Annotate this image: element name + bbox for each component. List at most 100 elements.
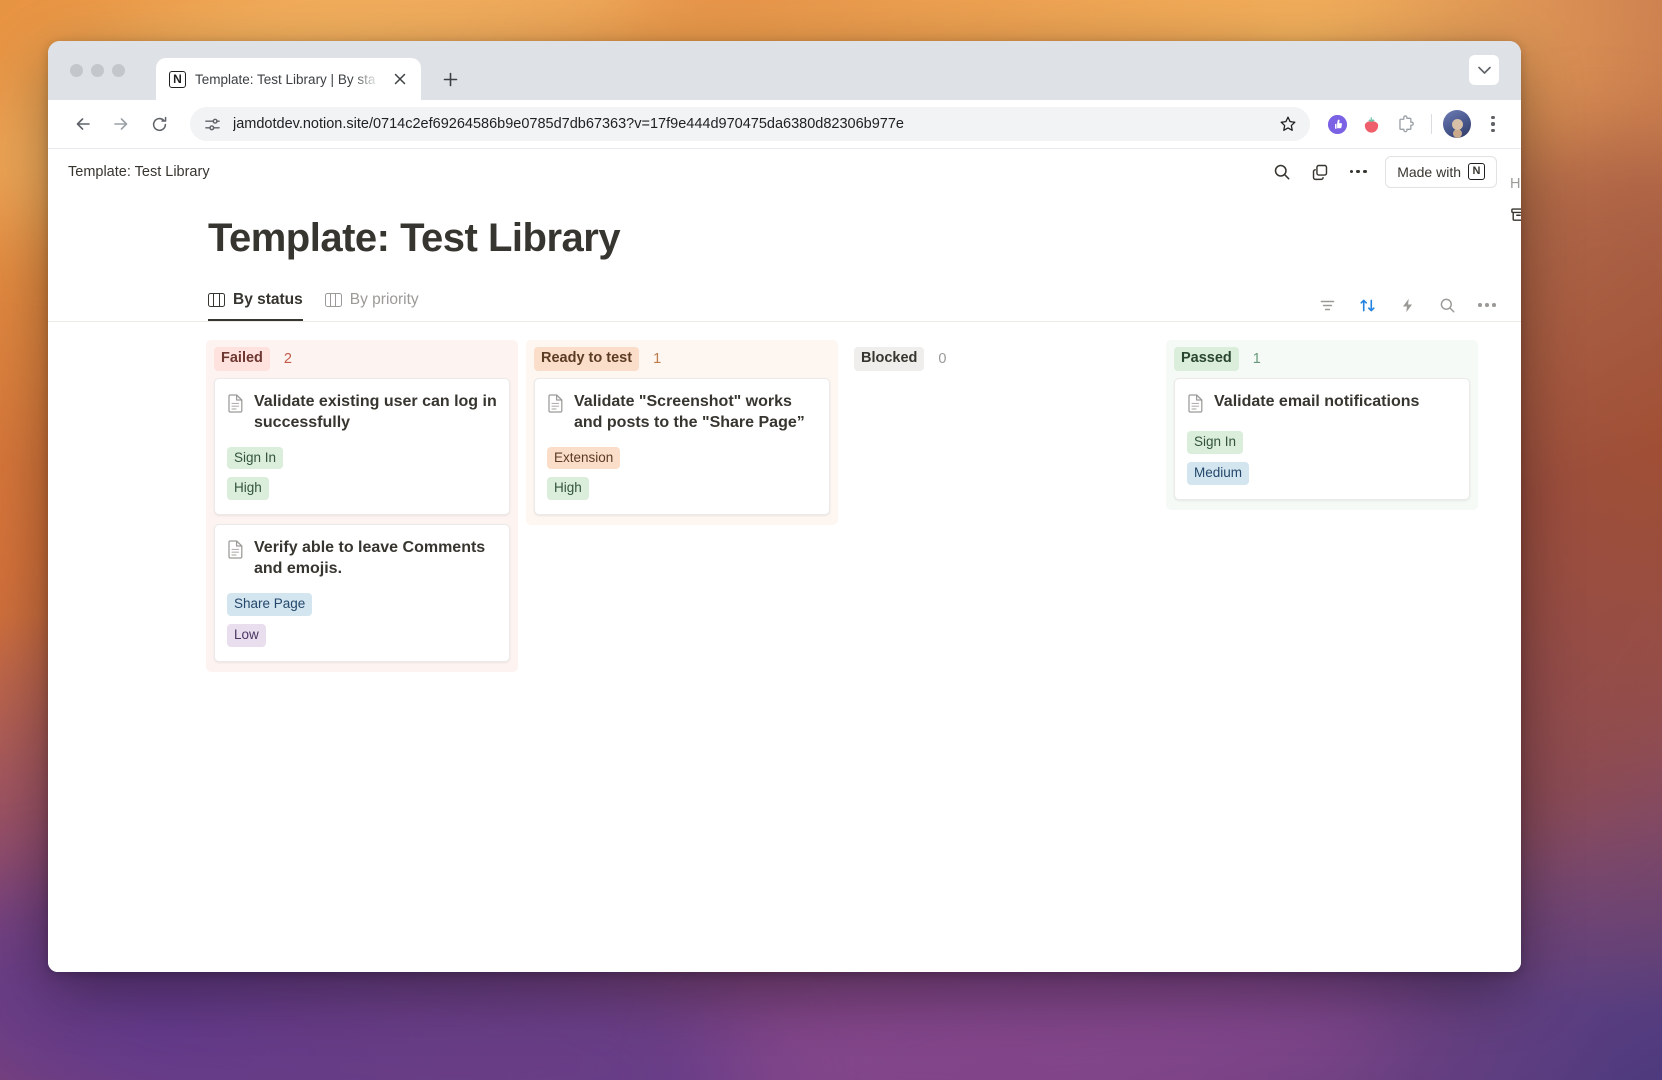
new-tab-button[interactable]	[435, 64, 465, 94]
board-column-count: 2	[284, 351, 292, 367]
board-card-tag: Extension	[547, 447, 620, 470]
search-icon[interactable]	[1271, 161, 1293, 183]
page-icon	[227, 394, 244, 418]
board-column-title: Passed	[1174, 347, 1239, 371]
profile-avatar[interactable]	[1443, 110, 1471, 138]
notion-body: Template: Test Library By status By prio…	[48, 194, 1521, 672]
strawberry-extension-icon[interactable]	[1356, 109, 1386, 139]
board-column-header[interactable]: Passed 1	[1166, 340, 1478, 378]
board-card-tag: Medium	[1187, 462, 1249, 485]
board-column-cards: Validate email notifications Sign In Mediu…	[1166, 378, 1478, 510]
sort-icon[interactable]	[1357, 295, 1377, 315]
board-card-title: Validate existing user can log in succes…	[254, 392, 497, 434]
board-column-body: Blocked 0	[846, 340, 1158, 388]
page-content: Template: Test Library	[48, 148, 1521, 972]
board-card[interactable]: Verify able to leave Comments and emojis…	[214, 524, 510, 661]
chrome-menu-icon[interactable]	[1479, 109, 1507, 139]
made-with-notion-button[interactable]: Made with N	[1385, 156, 1497, 188]
board-column-header[interactable]: Failed 2	[206, 340, 518, 378]
tab-by-priority-label: By priority	[350, 291, 419, 309]
board-card[interactable]: Validate existing user can log in succes…	[214, 378, 510, 515]
board-card-tag: High	[227, 477, 269, 500]
board-card-tag: Low	[227, 624, 266, 647]
board-column-header[interactable]: Ready to test 1	[526, 340, 838, 378]
board-column: Blocked 0	[846, 340, 1158, 388]
page-icon	[547, 394, 564, 418]
board-column: Failed 2 Validate existing user can log in…	[206, 340, 518, 672]
address-bar-url[interactable]: jamdotdev.notion.site/0714c2ef69264586b9…	[233, 116, 1262, 132]
minimize-window-button[interactable]	[91, 64, 104, 77]
board-column-count: 1	[653, 351, 661, 367]
view-tabs: By status By priority	[208, 285, 419, 321]
board-column-title: Ready to test	[534, 347, 639, 371]
search-icon[interactable]	[1437, 295, 1457, 315]
toolbar-divider	[1431, 114, 1432, 134]
filter-icon[interactable]	[1317, 295, 1337, 315]
board-view-icon	[208, 293, 225, 307]
site-settings-icon[interactable]	[204, 116, 221, 133]
close-tab-button[interactable]	[389, 68, 411, 90]
board-column-count: 1	[1253, 351, 1261, 367]
browser-window: N Template: Test Library | By sta	[48, 41, 1521, 972]
board-card[interactable]: Validate "Screenshot" works and posts to…	[534, 378, 830, 515]
thumbs-up-extension-icon[interactable]	[1322, 109, 1352, 139]
board-column-title: Blocked	[854, 347, 924, 371]
board-column-body: Passed 1 Validate email notifications Sign …	[1166, 340, 1478, 510]
notion-topbar-actions: Made with N	[1271, 156, 1497, 188]
view-actions	[1317, 295, 1497, 321]
more-options-icon[interactable]	[1347, 161, 1369, 183]
board-column: Passed 1 Validate email notifications Sign …	[1166, 340, 1478, 510]
automations-icon[interactable]	[1397, 295, 1417, 315]
board-column-cards: Validate "Screenshot" works and posts to…	[526, 378, 838, 525]
hidden-group-item[interactable]: No	[1500, 192, 1521, 223]
board-column-title: Failed	[214, 347, 270, 371]
maximize-window-button[interactable]	[112, 64, 125, 77]
board-view-icon	[325, 293, 342, 307]
board-column-count: 0	[938, 351, 946, 367]
view-more-icon[interactable]	[1477, 295, 1497, 315]
tab-by-status[interactable]: By status	[208, 285, 303, 321]
breadcrumb[interactable]: Template: Test Library	[68, 164, 210, 180]
puzzle-extensions-icon[interactable]	[1390, 109, 1420, 139]
duplicate-icon[interactable]	[1309, 161, 1331, 183]
archive-icon	[1510, 206, 1521, 223]
board-column: Ready to test 1 Validate "Screenshot" work…	[526, 340, 838, 525]
board-card-tags: Extension High	[547, 447, 817, 501]
board-card[interactable]: Validate email notifications Sign In Mediu…	[1174, 378, 1470, 500]
board-card-tag: Sign In	[227, 447, 283, 470]
board-card-tag: Sign In	[1187, 431, 1243, 454]
notion-topbar: Template: Test Library	[48, 149, 1521, 194]
browser-toolbar: jamdotdev.notion.site/0714c2ef69264586b9…	[48, 100, 1521, 148]
forward-button[interactable]	[104, 107, 138, 141]
bookmark-star-icon[interactable]	[1274, 110, 1302, 138]
board-column-body: Ready to test 1 Validate "Screenshot" work…	[526, 340, 838, 525]
board-column-cards	[846, 378, 1158, 388]
board-card-title: Validate email notifications	[1214, 392, 1419, 413]
browser-tab-title: Template: Test Library | By sta	[195, 72, 380, 87]
tab-by-priority[interactable]: By priority	[325, 285, 419, 321]
board-card-title: Validate "Screenshot" works and posts to…	[574, 392, 817, 434]
board-column-cards: Validate existing user can log in succes…	[206, 378, 518, 672]
hidden-groups-label: Hidden	[1500, 167, 1521, 192]
board-card-tags: Sign In Medium	[1187, 431, 1457, 485]
reload-button[interactable]	[142, 107, 176, 141]
board-card-tag: High	[547, 477, 589, 500]
address-bar[interactable]: jamdotdev.notion.site/0714c2ef69264586b9…	[190, 107, 1310, 141]
close-window-button[interactable]	[70, 64, 83, 77]
page-icon	[227, 540, 244, 564]
board-card-title: Verify able to leave Comments and emojis…	[254, 538, 497, 580]
notion-logo-icon: N	[1468, 163, 1485, 180]
hidden-groups-strip: Hidden No	[1500, 167, 1521, 223]
browser-tab[interactable]: N Template: Test Library | By sta	[156, 58, 421, 100]
page-title: Template: Test Library	[48, 194, 1521, 260]
tab-search-chevron-down-icon[interactable]	[1469, 55, 1499, 85]
page-icon	[1187, 394, 1204, 418]
made-with-label: Made with	[1397, 164, 1461, 180]
board-column-header[interactable]: Blocked 0	[846, 340, 1158, 378]
back-button[interactable]	[66, 107, 100, 141]
notion-favicon: N	[169, 71, 186, 88]
view-tabs-row: By status By priority	[48, 286, 1521, 322]
window-traffic-lights[interactable]	[70, 64, 125, 77]
tab-by-status-label: By status	[233, 291, 303, 309]
board-card-tags: Sign In High	[227, 447, 497, 501]
